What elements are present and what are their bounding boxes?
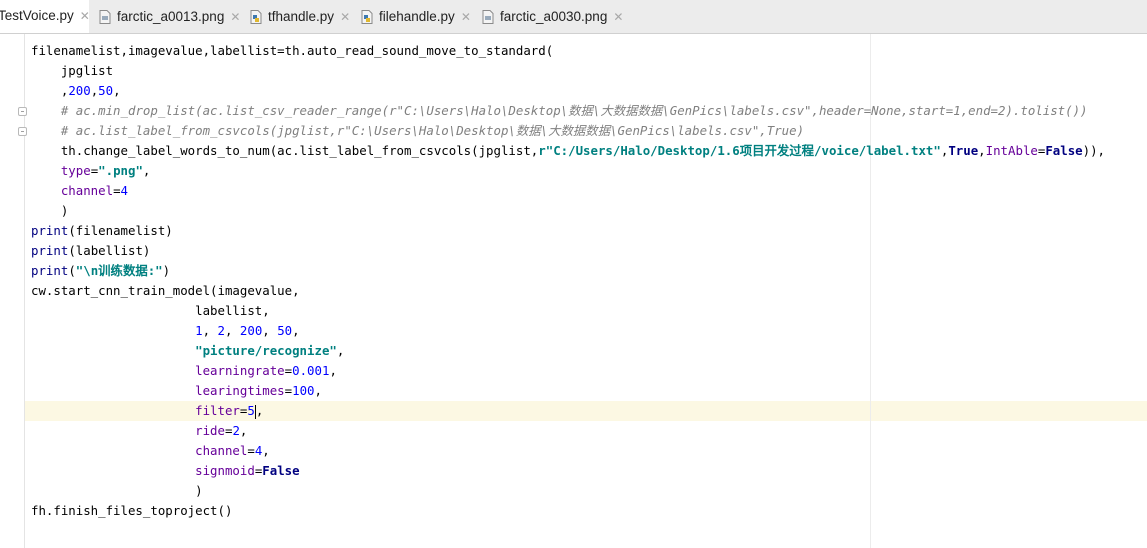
- code-line-15[interactable]: 1, 2, 200, 50,: [31, 321, 299, 341]
- code-line-4[interactable]: # ac.min_drop_list(ac.list_csv_reader_ra…: [31, 101, 1088, 121]
- tab-label: tfhandle.py: [268, 9, 335, 24]
- code-line-6[interactable]: th.change_label_words_to_num(ac.list_lab…: [31, 141, 1105, 161]
- tab-tfhandle[interactable]: tfhandle.py ✕: [250, 0, 350, 33]
- code-editor[interactable]: filenamelist,imagevalue,labellist=th.aut…: [0, 34, 1147, 548]
- tab-label: farctic_a0013.png: [117, 9, 225, 24]
- code-line-5[interactable]: # ac.list_label_from_csvcols(jpglist,r"C…: [31, 121, 804, 141]
- tab-farctic-a0030[interactable]: farctic_a0030.png ✕: [482, 0, 624, 33]
- code-line-3[interactable]: ,200,50,: [31, 81, 121, 101]
- code-line-9[interactable]: ): [31, 201, 68, 221]
- image-file-icon: [99, 9, 111, 24]
- image-file-icon: [482, 9, 494, 24]
- tab-filehandle[interactable]: filehandle.py ✕: [361, 0, 471, 33]
- close-icon[interactable]: ✕: [80, 9, 90, 23]
- python-file-icon: [250, 9, 262, 24]
- tab-farctic-a0013[interactable]: farctic_a0013.png ✕: [99, 0, 241, 33]
- close-icon[interactable]: ✕: [613, 10, 623, 24]
- tab-testvoice[interactable]: TestVoice.py ✕: [0, 0, 90, 33]
- code-line-19[interactable]: filter=5,: [31, 401, 263, 421]
- code-line-8[interactable]: channel=4: [31, 181, 128, 201]
- code-line-20[interactable]: ride=2,: [31, 421, 247, 441]
- fold-icon[interactable]: [18, 127, 27, 136]
- tab-label: farctic_a0030.png: [500, 9, 608, 24]
- code-line-21[interactable]: channel=4,: [31, 441, 270, 461]
- code-line-14[interactable]: labellist,: [31, 301, 270, 321]
- code-line-18[interactable]: learingtimes=100,: [31, 381, 322, 401]
- code-line-7[interactable]: type=".png",: [31, 161, 151, 181]
- editor-tab-bar: TestVoice.py ✕ farctic_a0013.png ✕ tfhan…: [0, 0, 1147, 34]
- tab-label: filehandle.py: [379, 9, 455, 24]
- code-line-11[interactable]: print(labellist): [31, 241, 150, 261]
- close-icon[interactable]: ✕: [461, 10, 471, 24]
- code-line-10[interactable]: print(filenamelist): [31, 221, 173, 241]
- code-line-13[interactable]: cw.start_cnn_train_model(imagevalue,: [31, 281, 300, 301]
- code-line-23[interactable]: ): [31, 481, 202, 501]
- code-line-17[interactable]: learningrate=0.001,: [31, 361, 337, 381]
- tab-label: TestVoice.py: [0, 8, 74, 23]
- fold-icon[interactable]: [18, 107, 27, 116]
- close-icon[interactable]: ✕: [230, 10, 240, 24]
- code-line-2[interactable]: jpglist: [31, 61, 113, 81]
- code-line-24[interactable]: fh.finish_files_toproject(): [31, 501, 232, 521]
- code-line-16[interactable]: "picture/recognize",: [31, 341, 344, 361]
- close-icon[interactable]: ✕: [340, 10, 350, 24]
- code-line-12[interactable]: print("\n训练数据:"): [31, 261, 170, 281]
- code-line-1[interactable]: filenamelist,imagevalue,labellist=th.aut…: [31, 41, 553, 61]
- code-line-22[interactable]: signmoid=False: [31, 461, 299, 481]
- python-file-icon: [361, 9, 373, 24]
